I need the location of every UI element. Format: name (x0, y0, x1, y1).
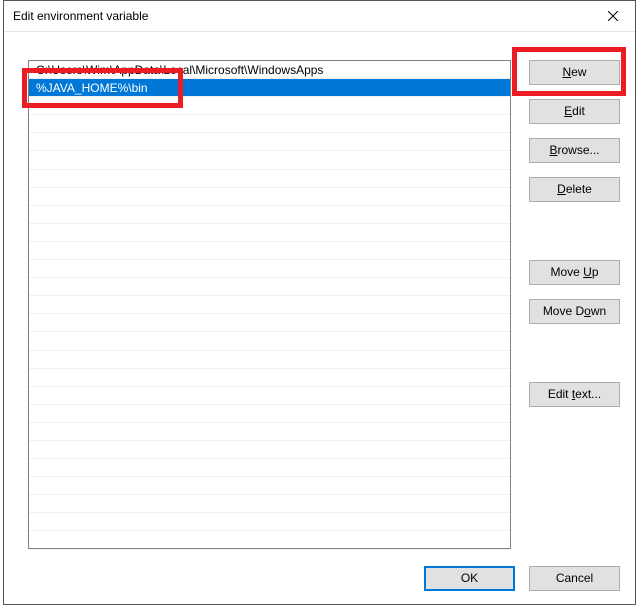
list-row[interactable] (29, 296, 510, 314)
list-row[interactable] (29, 459, 510, 477)
list-row[interactable] (29, 351, 510, 369)
list-row[interactable]: %JAVA_HOME%\bin (29, 79, 510, 97)
list-row[interactable] (29, 188, 510, 206)
list-row[interactable] (29, 278, 510, 296)
list-row[interactable] (29, 332, 510, 350)
list-row[interactable] (29, 224, 510, 242)
new-button[interactable]: New (529, 60, 620, 85)
delete-button[interactable]: Delete (529, 177, 620, 202)
list-row[interactable] (29, 531, 510, 549)
list-row[interactable] (29, 477, 510, 495)
list-row[interactable] (29, 115, 510, 133)
side-buttons: New Edit Browse... Delete Move Up Move D… (529, 60, 620, 407)
list-row[interactable] (29, 387, 510, 405)
list-row[interactable]: C:\Users\Wim\AppData\Local\Microsoft\Win… (29, 61, 510, 79)
list-row[interactable] (29, 206, 510, 224)
edit-text-button[interactable]: Edit text... (529, 382, 620, 407)
list-row[interactable] (29, 369, 510, 387)
list-row[interactable] (29, 495, 510, 513)
edit-environment-variable-dialog: Edit environment variable C:\Users\Wim\A… (3, 0, 636, 605)
list-row[interactable] (29, 133, 510, 151)
list-row[interactable] (29, 260, 510, 278)
cancel-button[interactable]: Cancel (529, 566, 620, 591)
list-row[interactable] (29, 405, 510, 423)
list-row[interactable] (29, 441, 510, 459)
path-listbox[interactable]: C:\Users\Wim\AppData\Local\Microsoft\Win… (28, 60, 511, 549)
content-area: C:\Users\Wim\AppData\Local\Microsoft\Win… (4, 32, 635, 604)
list-row[interactable] (29, 151, 510, 169)
titlebar: Edit environment variable (4, 1, 635, 32)
dialog-title: Edit environment variable (13, 9, 148, 23)
move-up-button[interactable]: Move Up (529, 260, 620, 285)
close-icon (608, 11, 618, 21)
bottom-buttons: OK Cancel (424, 566, 620, 591)
list-row[interactable] (29, 97, 510, 115)
list-row[interactable] (29, 513, 510, 531)
list-row[interactable] (29, 170, 510, 188)
edit-button[interactable]: Edit (529, 99, 620, 124)
list-row[interactable] (29, 314, 510, 332)
list-row[interactable] (29, 242, 510, 260)
list-row[interactable] (29, 423, 510, 441)
ok-button[interactable]: OK (424, 566, 515, 591)
move-down-button[interactable]: Move Down (529, 299, 620, 324)
close-button[interactable] (590, 2, 635, 31)
browse-button[interactable]: Browse... (529, 138, 620, 163)
